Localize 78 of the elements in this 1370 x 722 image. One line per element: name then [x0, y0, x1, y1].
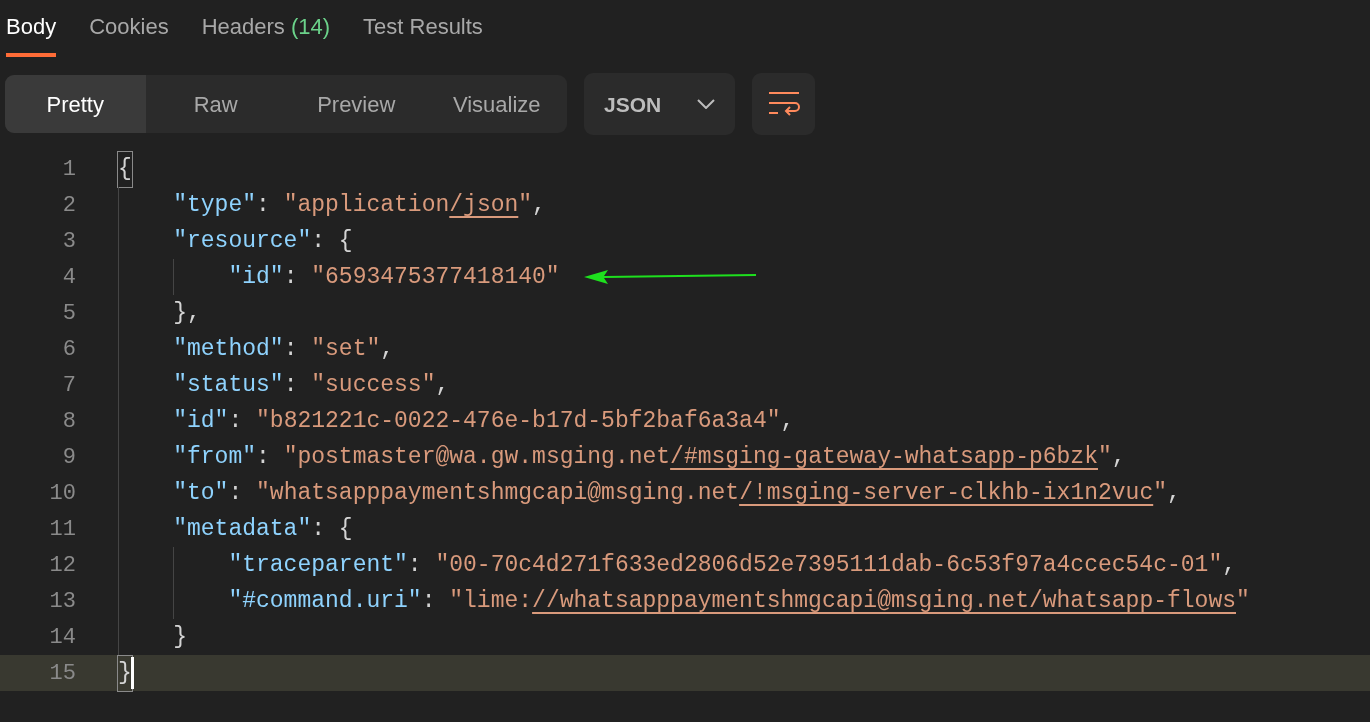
- code-token: "#command.uri": [228, 587, 422, 617]
- code-link[interactable]: /json: [449, 188, 519, 223]
- code-token: ": [518, 191, 533, 221]
- code-token: ,: [380, 335, 395, 365]
- response-tab[interactable]: Test Results: [363, 14, 483, 58]
- code-link[interactable]: //whatsapppaymentshmgcapi@msging.net/whatsapp-flows: [532, 584, 1236, 619]
- code-token: ,: [1167, 479, 1181, 509]
- line-number: 12: [48, 551, 76, 580]
- line-number: 1: [61, 155, 76, 184]
- response-tab[interactable]: Headers (14): [201, 14, 331, 58]
- code-token: "metadata": [173, 515, 312, 545]
- code-token: :: [283, 263, 299, 293]
- view-mode-tab[interactable]: Visualize: [426, 75, 567, 134]
- code-token: "postmaster@wa.gw.msging.net: [283, 443, 671, 473]
- code-link[interactable]: /!msging-server-clkhb-ix1n2vuc: [739, 476, 1154, 511]
- code-token: },: [173, 299, 201, 329]
- code-link[interactable]: /#msging-gateway-whatsapp-p6bzk: [670, 440, 1098, 475]
- view-mode-tab[interactable]: Preview: [286, 75, 427, 134]
- code-token: "id": [173, 407, 229, 437]
- code-token: "to": [173, 479, 229, 509]
- line-number: 11: [48, 515, 76, 544]
- code-token: :: [283, 335, 299, 365]
- code-token: "b821221c-0022-476e-b17d-5bf2baf6a3a4": [256, 407, 781, 437]
- code-token: }: [173, 623, 187, 653]
- wrap-lines-icon: [767, 91, 800, 118]
- line-number: 5: [61, 299, 76, 328]
- code-token: "type": [173, 191, 257, 221]
- code-token: : {: [311, 227, 353, 257]
- code-token: ": [1098, 443, 1112, 473]
- code-token: "from": [173, 443, 257, 473]
- format-dropdown[interactable]: JSON: [584, 73, 735, 136]
- line-number: 13: [48, 587, 76, 616]
- line-number: 4: [61, 263, 76, 292]
- line-number: 2: [61, 191, 76, 220]
- wrap-lines-button[interactable]: [752, 73, 815, 136]
- code-token: "whatsapppaymentshmgcapi@msging.net: [256, 479, 740, 509]
- response-tab[interactable]: Cookies: [89, 14, 169, 58]
- code-token: "success": [311, 371, 436, 401]
- code-token: "6593475377418140": [311, 263, 560, 293]
- line-number: 6: [61, 335, 76, 364]
- code-token: }: [118, 656, 132, 691]
- code-token: "set": [311, 335, 381, 365]
- code-token: ,: [780, 407, 795, 437]
- code-token: "traceparent": [228, 551, 408, 581]
- code-token: "method": [173, 335, 284, 365]
- code-token: "status": [173, 371, 284, 401]
- code-token: "00-70c4d271f633ed2806d52e7395111dab-6c53f97a4ccec54c-01": [435, 551, 1223, 581]
- code-token: "application: [283, 191, 450, 221]
- text-cursor: [130, 657, 134, 690]
- view-mode-tab[interactable]: Pretty: [5, 75, 146, 134]
- code-token: ": [1153, 479, 1167, 509]
- line-number: 14: [48, 623, 76, 652]
- line-number: 7: [61, 371, 76, 400]
- line-number: 10: [48, 479, 76, 508]
- code-token: ,: [532, 191, 546, 221]
- response-tab[interactable]: Body: [6, 14, 57, 58]
- chevron-down-icon: [697, 99, 715, 110]
- code-token: :: [228, 407, 244, 437]
- code-token: ,: [1222, 551, 1236, 581]
- line-number: 15: [48, 659, 76, 688]
- code-token: :: [421, 587, 437, 617]
- code-token: : {: [311, 515, 353, 545]
- code-token: "id": [228, 263, 284, 293]
- code-token: {: [118, 152, 132, 187]
- code-token: :: [407, 551, 423, 581]
- view-mode-tab[interactable]: Raw: [145, 75, 286, 134]
- code-token: :: [256, 191, 271, 221]
- code-token: :: [256, 443, 271, 473]
- line-number: 3: [61, 227, 76, 256]
- code-token: :: [228, 479, 244, 509]
- code-token: ,: [435, 371, 450, 401]
- code-token: :: [283, 371, 299, 401]
- code-token: "lime:: [449, 587, 533, 617]
- code-token: ": [1236, 587, 1250, 617]
- code-token: ,: [1111, 443, 1126, 473]
- code-token: "resource": [173, 227, 312, 257]
- line-number: 8: [61, 407, 76, 436]
- line-number: 9: [61, 443, 76, 472]
